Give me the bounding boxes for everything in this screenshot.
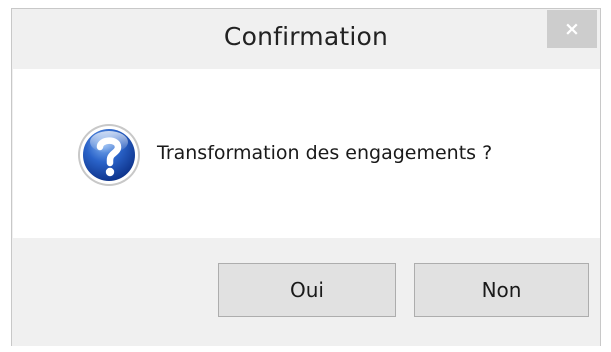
button-bar: Oui Non bbox=[12, 238, 600, 346]
question-icon bbox=[78, 124, 140, 186]
no-button[interactable]: Non bbox=[414, 263, 589, 317]
close-button[interactable]: × bbox=[547, 10, 597, 48]
title-bar: Confirmation × bbox=[12, 9, 600, 69]
yes-button[interactable]: Oui bbox=[218, 263, 396, 317]
confirmation-dialog: Confirmation × Transformation des engage… bbox=[11, 8, 601, 346]
close-icon: × bbox=[564, 18, 580, 40]
dialog-title: Confirmation bbox=[223, 22, 389, 51]
message-area: Transformation des engagements ? bbox=[13, 69, 600, 238]
confirmation-message: Transformation des engagements ? bbox=[157, 142, 493, 164]
